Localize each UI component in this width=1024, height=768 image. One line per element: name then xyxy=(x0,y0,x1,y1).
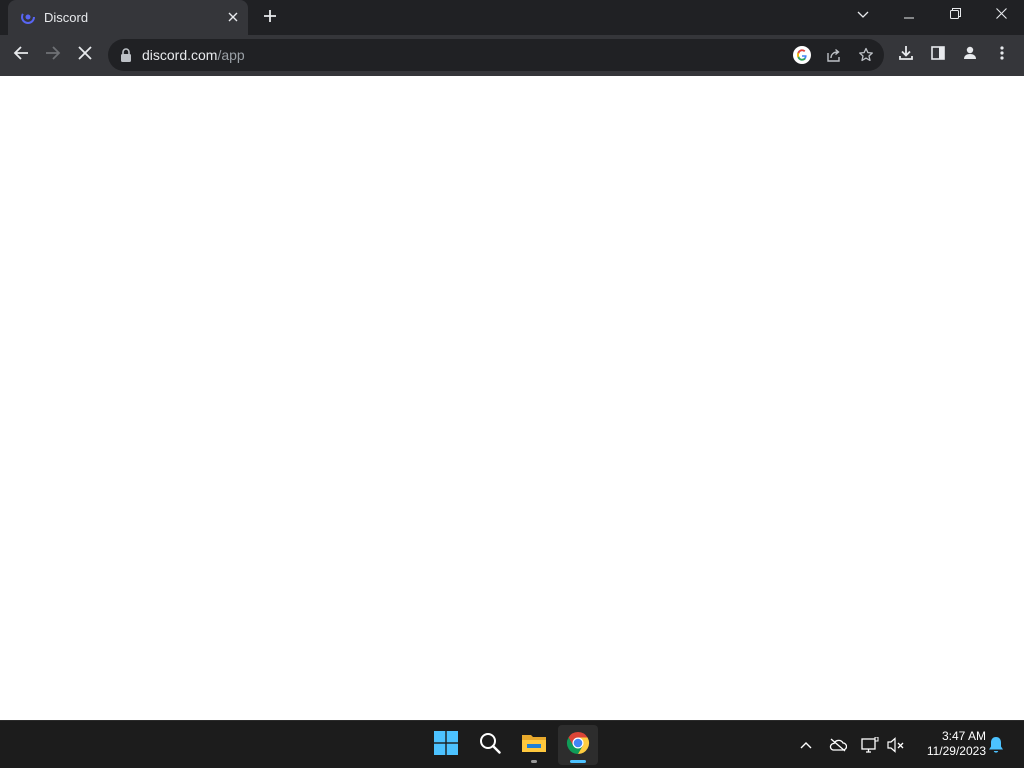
close-icon xyxy=(995,6,1007,24)
address-bar[interactable]: discord.com/app xyxy=(108,39,884,71)
tab-title: Discord xyxy=(44,10,89,25)
page-content xyxy=(0,76,1024,720)
clock-time: 3:47 AM xyxy=(941,729,986,743)
stop-loading-button[interactable] xyxy=(70,40,100,70)
side-panel-icon xyxy=(931,45,945,65)
chevron-down-icon xyxy=(857,6,869,24)
url-host: discord.com xyxy=(142,47,218,63)
running-indicator xyxy=(531,760,537,763)
side-panel-button[interactable] xyxy=(923,40,953,70)
tab-discord[interactable]: Discord xyxy=(8,0,248,35)
chevron-up-icon[interactable] xyxy=(796,735,816,755)
download-icon xyxy=(898,45,914,66)
downloads-button[interactable] xyxy=(891,40,921,70)
share-icon[interactable] xyxy=(824,45,844,65)
windows-taskbar: 3:47 AM 11/29/2023 xyxy=(0,720,1024,768)
chrome-menu-button[interactable] xyxy=(987,40,1017,70)
url-path: /app xyxy=(217,47,245,63)
discord-loading-icon xyxy=(20,9,36,25)
chrome-taskbar-button[interactable] xyxy=(558,725,598,765)
profile-button[interactable] xyxy=(955,40,985,70)
volume-muted-icon[interactable] xyxy=(886,735,906,755)
clock-date: 11/29/2023 xyxy=(926,744,986,758)
active-indicator xyxy=(570,760,586,763)
windows-start-icon xyxy=(434,730,458,760)
back-button[interactable] xyxy=(6,40,36,70)
profile-icon xyxy=(962,45,978,66)
bookmark-star-icon[interactable] xyxy=(856,45,876,65)
restore-icon xyxy=(949,6,961,24)
browser-tabstrip: Discord xyxy=(0,0,1024,35)
close-window-button[interactable] xyxy=(978,0,1024,30)
notification-bell-icon[interactable] xyxy=(986,735,1006,755)
url-text: discord.com/app xyxy=(142,47,245,63)
restore-button[interactable] xyxy=(932,0,978,30)
file-explorer-button[interactable] xyxy=(514,725,554,765)
taskbar-search-button[interactable] xyxy=(470,725,510,765)
chrome-icon xyxy=(566,731,590,760)
search-icon xyxy=(479,732,501,759)
minimize-button[interactable] xyxy=(886,0,932,30)
start-button[interactable] xyxy=(426,725,466,765)
tab-close-icon[interactable] xyxy=(224,8,242,26)
browser-toolbar: discord.com/app xyxy=(0,35,1024,102)
google-icon[interactable] xyxy=(792,45,812,65)
plus-icon xyxy=(263,9,277,28)
arrow-right-icon xyxy=(45,45,61,66)
forward-button[interactable] xyxy=(38,40,68,70)
menu-icon xyxy=(1000,45,1004,65)
new-tab-button[interactable] xyxy=(258,6,282,30)
system-clock[interactable]: 3:47 AM 11/29/2023 xyxy=(914,729,986,759)
minimize-icon xyxy=(904,6,914,24)
file-explorer-icon xyxy=(521,732,547,759)
network-icon[interactable] xyxy=(860,735,880,755)
lock-icon[interactable] xyxy=(120,48,132,62)
stop-icon xyxy=(78,45,92,65)
arrow-left-icon xyxy=(13,45,29,66)
tab-search-button[interactable] xyxy=(840,0,886,30)
onedrive-icon[interactable] xyxy=(828,735,848,755)
